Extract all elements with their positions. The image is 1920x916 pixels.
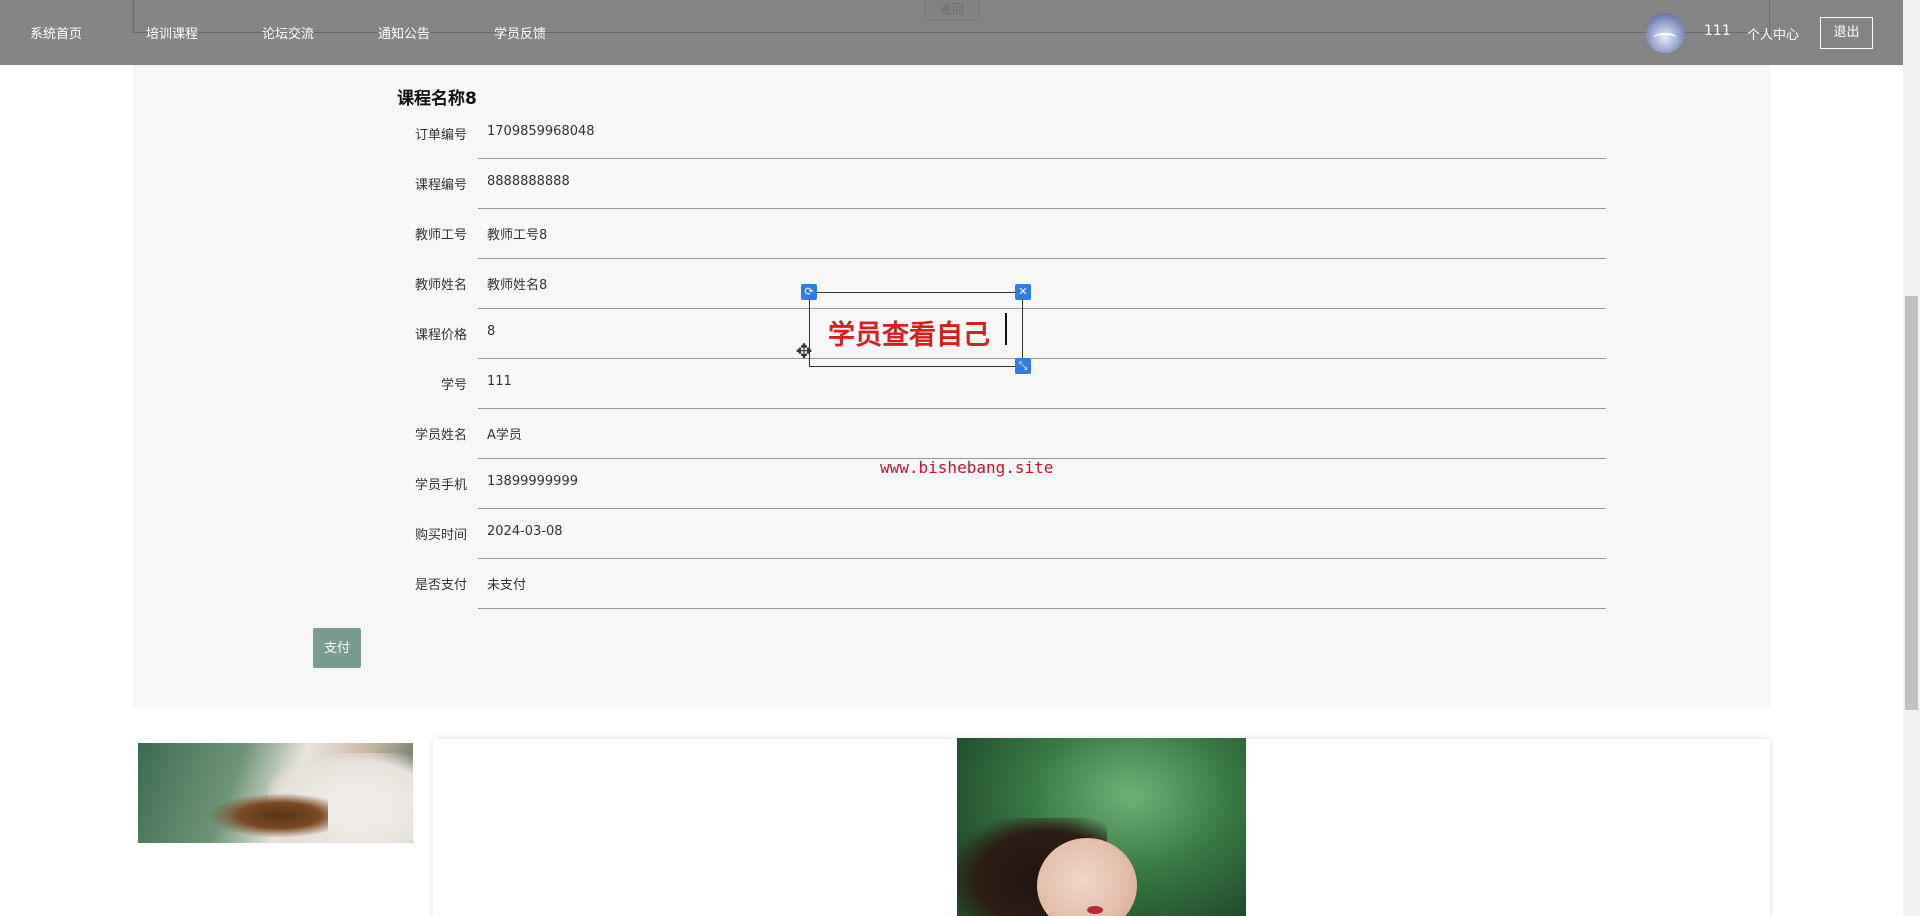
field-divider: [478, 258, 1606, 259]
move-cursor-icon: ✥: [795, 339, 813, 363]
logout-button[interactable]: 退出: [1820, 17, 1873, 49]
field-course-number: 课程编号 8888888888: [380, 162, 1606, 212]
field-student-name: 学员姓名 A学员: [380, 412, 1606, 462]
field-divider: [478, 408, 1606, 409]
field-value: 8: [487, 324, 496, 339]
field-value: 13899999999: [487, 474, 578, 489]
field-divider: [478, 158, 1606, 159]
field-label: 订单编号: [414, 128, 467, 143]
field-label: 购买时间: [414, 528, 467, 543]
watermark: www.bishebang.site: [880, 458, 1054, 477]
field-value: 2024-03-08: [487, 524, 563, 539]
photo-detail: [208, 793, 328, 838]
field-purchase-time: 购买时间 2024-03-08: [380, 512, 1606, 562]
user-center-link[interactable]: 个人中心: [1747, 24, 1799, 43]
field-value: 未支付: [487, 578, 527, 593]
course-title: 课程名称8: [397, 89, 477, 109]
field-value: 教师工号8: [487, 228, 548, 243]
course-image[interactable]: [957, 738, 1246, 916]
close-icon[interactable]: ✕: [1015, 284, 1031, 300]
resize-handle-icon[interactable]: ⤡: [1015, 358, 1031, 374]
field-value: 111: [487, 374, 512, 389]
field-label: 学员手机: [414, 478, 467, 493]
field-label: 教师姓名: [414, 278, 467, 293]
field-divider: [478, 358, 1606, 359]
field-label: 课程编号: [414, 178, 467, 193]
field-teacher-id: 教师工号 教师工号8: [380, 212, 1606, 262]
photo-detail: [1037, 838, 1137, 916]
rotate-handle-icon[interactable]: ⟳: [801, 284, 817, 300]
username: 111: [1704, 23, 1731, 39]
nav-forum[interactable]: 论坛交流: [262, 23, 314, 42]
field-label: 是否支付: [414, 578, 467, 593]
vertical-scrollbar[interactable]: [1903, 0, 1920, 916]
nav-courses[interactable]: 培训课程: [146, 23, 198, 42]
field-divider: [478, 608, 1606, 609]
avatar-detail: [1653, 33, 1677, 43]
field-value: 8888888888: [487, 174, 570, 189]
annotation-text[interactable]: 学员查看自己: [828, 313, 990, 352]
scrollbar-thumb[interactable]: [1905, 296, 1918, 710]
field-label: 教师工号: [414, 228, 467, 243]
field-label: 学员姓名: [414, 428, 467, 443]
field-value: 教师姓名8: [487, 278, 548, 293]
field-student-id: 学号 111: [380, 362, 1606, 412]
nav-home[interactable]: 系统首页: [30, 23, 82, 42]
pay-button[interactable]: 支付: [313, 628, 361, 668]
nav-feedback[interactable]: 学员反馈: [494, 23, 546, 42]
field-divider: [478, 208, 1606, 209]
annotation-textbox[interactable]: 学员查看自己: [809, 292, 1023, 367]
field-value: 1709859968048: [487, 124, 595, 139]
avatar[interactable]: [1645, 13, 1685, 53]
field-value: A学员: [487, 428, 522, 443]
field-divider: [478, 508, 1606, 509]
text-caret: [1005, 313, 1007, 345]
recommend-image[interactable]: [138, 743, 413, 843]
top-navbar: 系统首页 培训课程 论坛交流 通知公告 学员反馈 111 个人中心 退出: [0, 0, 1903, 65]
field-label: 学号: [440, 378, 467, 393]
field-divider: [478, 308, 1606, 309]
field-order-number: 订单编号 1709859968048: [380, 112, 1606, 162]
photo-detail: [1087, 906, 1103, 914]
field-label: 课程价格: [414, 328, 467, 343]
field-paid-status: 是否支付 未支付: [380, 562, 1606, 612]
field-divider: [478, 558, 1606, 559]
nav-notice[interactable]: 通知公告: [378, 23, 430, 42]
